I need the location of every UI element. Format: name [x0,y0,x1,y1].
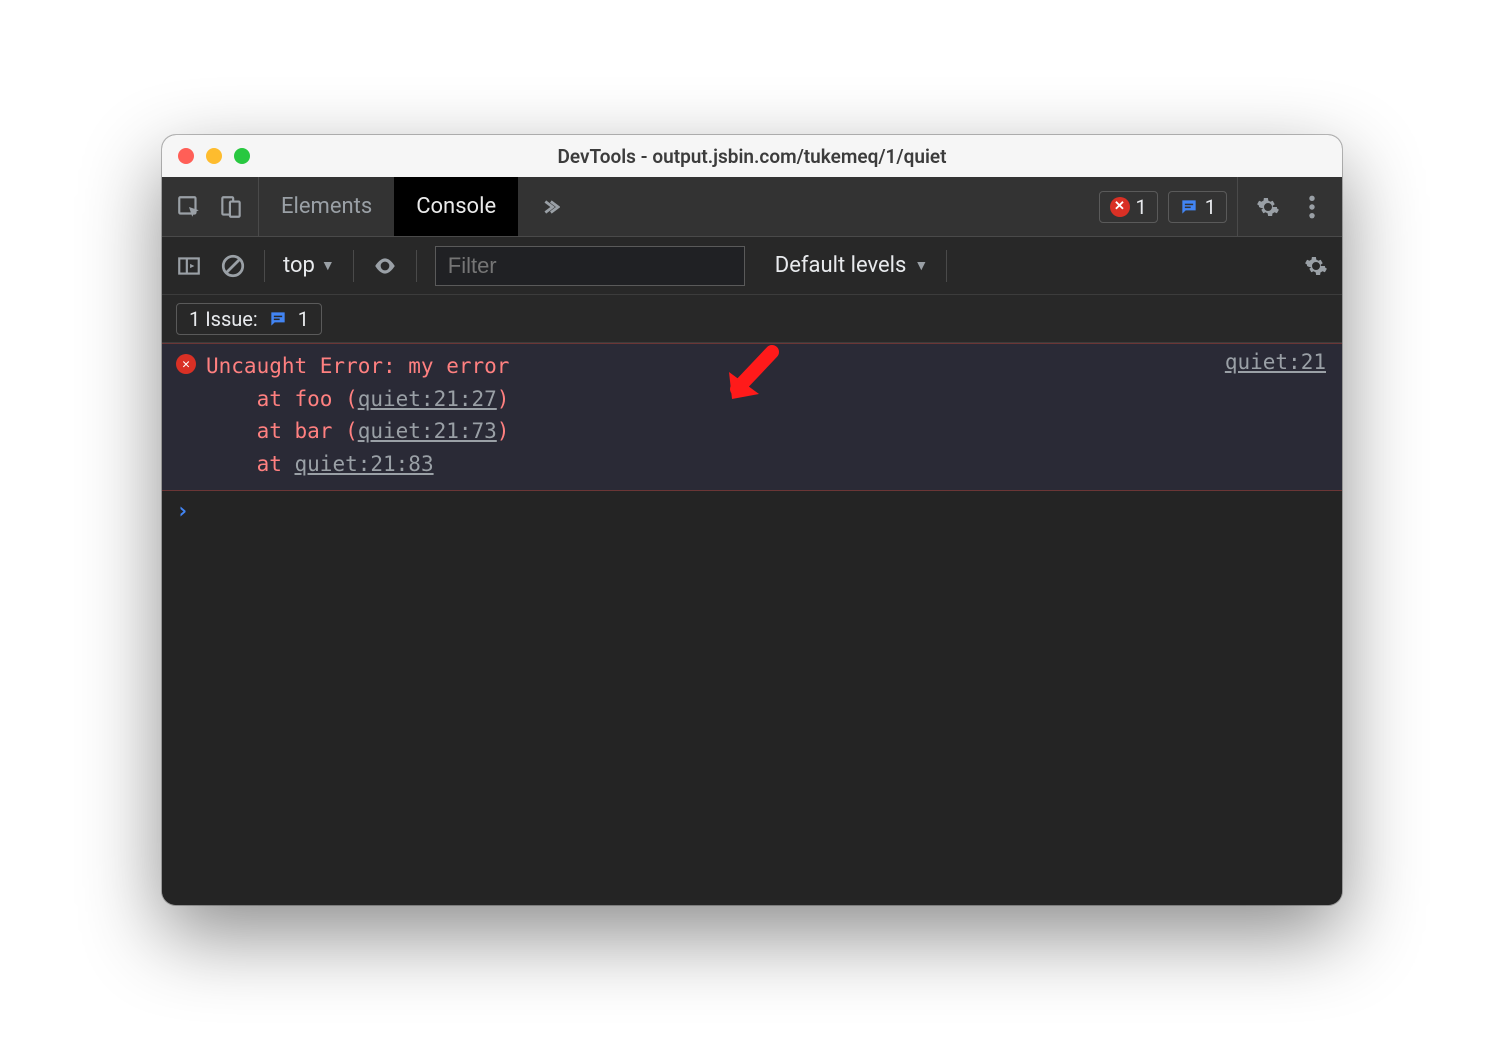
divider [353,250,354,282]
error-badge-icon: ✕ [176,354,196,374]
console-sidebar-toggle-icon[interactable] [176,253,202,279]
console-settings-icon[interactable] [1304,254,1328,278]
stack-line-1-prefix: at foo ( [206,387,358,411]
console-output: ✕ Uncaught Error: my error at foo (quiet… [162,343,1342,905]
log-levels-selector[interactable]: Default levels ▼ [775,253,928,278]
stack-line-1-suffix: ) [497,387,510,411]
issue-icon [1179,197,1199,217]
error-message-row[interactable]: ✕ Uncaught Error: my error at foo (quiet… [162,343,1342,491]
console-toolbar: top ▼ Default levels ▼ [162,237,1342,295]
maximize-window-button[interactable] [234,148,250,164]
issue-count-badge[interactable]: 1 [1168,191,1227,223]
tabbar-left-tools [162,177,259,236]
source-link[interactable]: quiet:21 [1225,350,1326,374]
stack-link-2[interactable]: quiet:21:73 [358,419,497,443]
filter-input[interactable] [435,246,745,286]
prompt-symbol: › [176,499,189,524]
tabbar-right-tools [1237,177,1342,236]
more-tabs-icon[interactable] [518,177,580,236]
issues-label: 1 Issue: [189,307,258,331]
error-count-badge[interactable]: ✕ 1 [1099,191,1158,223]
console-prompt[interactable]: › [162,491,1342,532]
stack-line-2-prefix: at bar ( [206,419,358,443]
annotation-arrow-icon [717,344,787,414]
dropdown-icon: ▼ [914,257,928,274]
clear-console-icon[interactable] [220,253,246,279]
kebab-menu-icon[interactable] [1300,195,1324,219]
tab-elements[interactable]: Elements [259,177,394,236]
dropdown-icon: ▼ [321,257,335,274]
stack-link-1[interactable]: quiet:21:27 [358,387,497,411]
issues-chip[interactable]: 1 Issue: 1 [176,303,322,335]
issue-chat-icon [268,309,288,329]
stack-line-3-prefix: at [206,452,295,476]
error-text-block: Uncaught Error: my error at foo (quiet:2… [206,350,509,480]
issue-count: 1 [1205,195,1216,219]
divider [416,250,417,282]
context-label: top [283,253,315,278]
divider [264,250,265,282]
inspect-element-icon[interactable] [176,194,202,220]
stack-line-2-suffix: ) [497,419,510,443]
context-selector[interactable]: top ▼ [283,253,335,278]
window-title: DevTools - output.jsbin.com/tukemeq/1/qu… [557,145,946,168]
main-tabbar: Elements Console ✕ 1 1 [162,177,1342,237]
settings-icon[interactable] [1256,195,1280,219]
stack-link-3[interactable]: quiet:21:83 [295,452,434,476]
levels-label: Default levels [775,253,907,278]
devtools-window: DevTools - output.jsbin.com/tukemeq/1/qu… [162,135,1342,905]
device-toolbar-icon[interactable] [218,194,244,220]
issues-bar: 1 Issue: 1 [162,295,1342,343]
window-controls [178,148,250,164]
error-count: 1 [1136,195,1147,219]
issues-count: 1 [298,307,309,331]
titlebar: DevTools - output.jsbin.com/tukemeq/1/qu… [162,135,1342,177]
live-expression-icon[interactable] [372,253,398,279]
error-message: Uncaught Error: my error [206,354,509,378]
divider [946,250,947,282]
error-icon: ✕ [1110,197,1130,217]
tab-console[interactable]: Console [394,177,518,236]
status-badges: ✕ 1 1 [1099,177,1238,236]
minimize-window-button[interactable] [206,148,222,164]
close-window-button[interactable] [178,148,194,164]
